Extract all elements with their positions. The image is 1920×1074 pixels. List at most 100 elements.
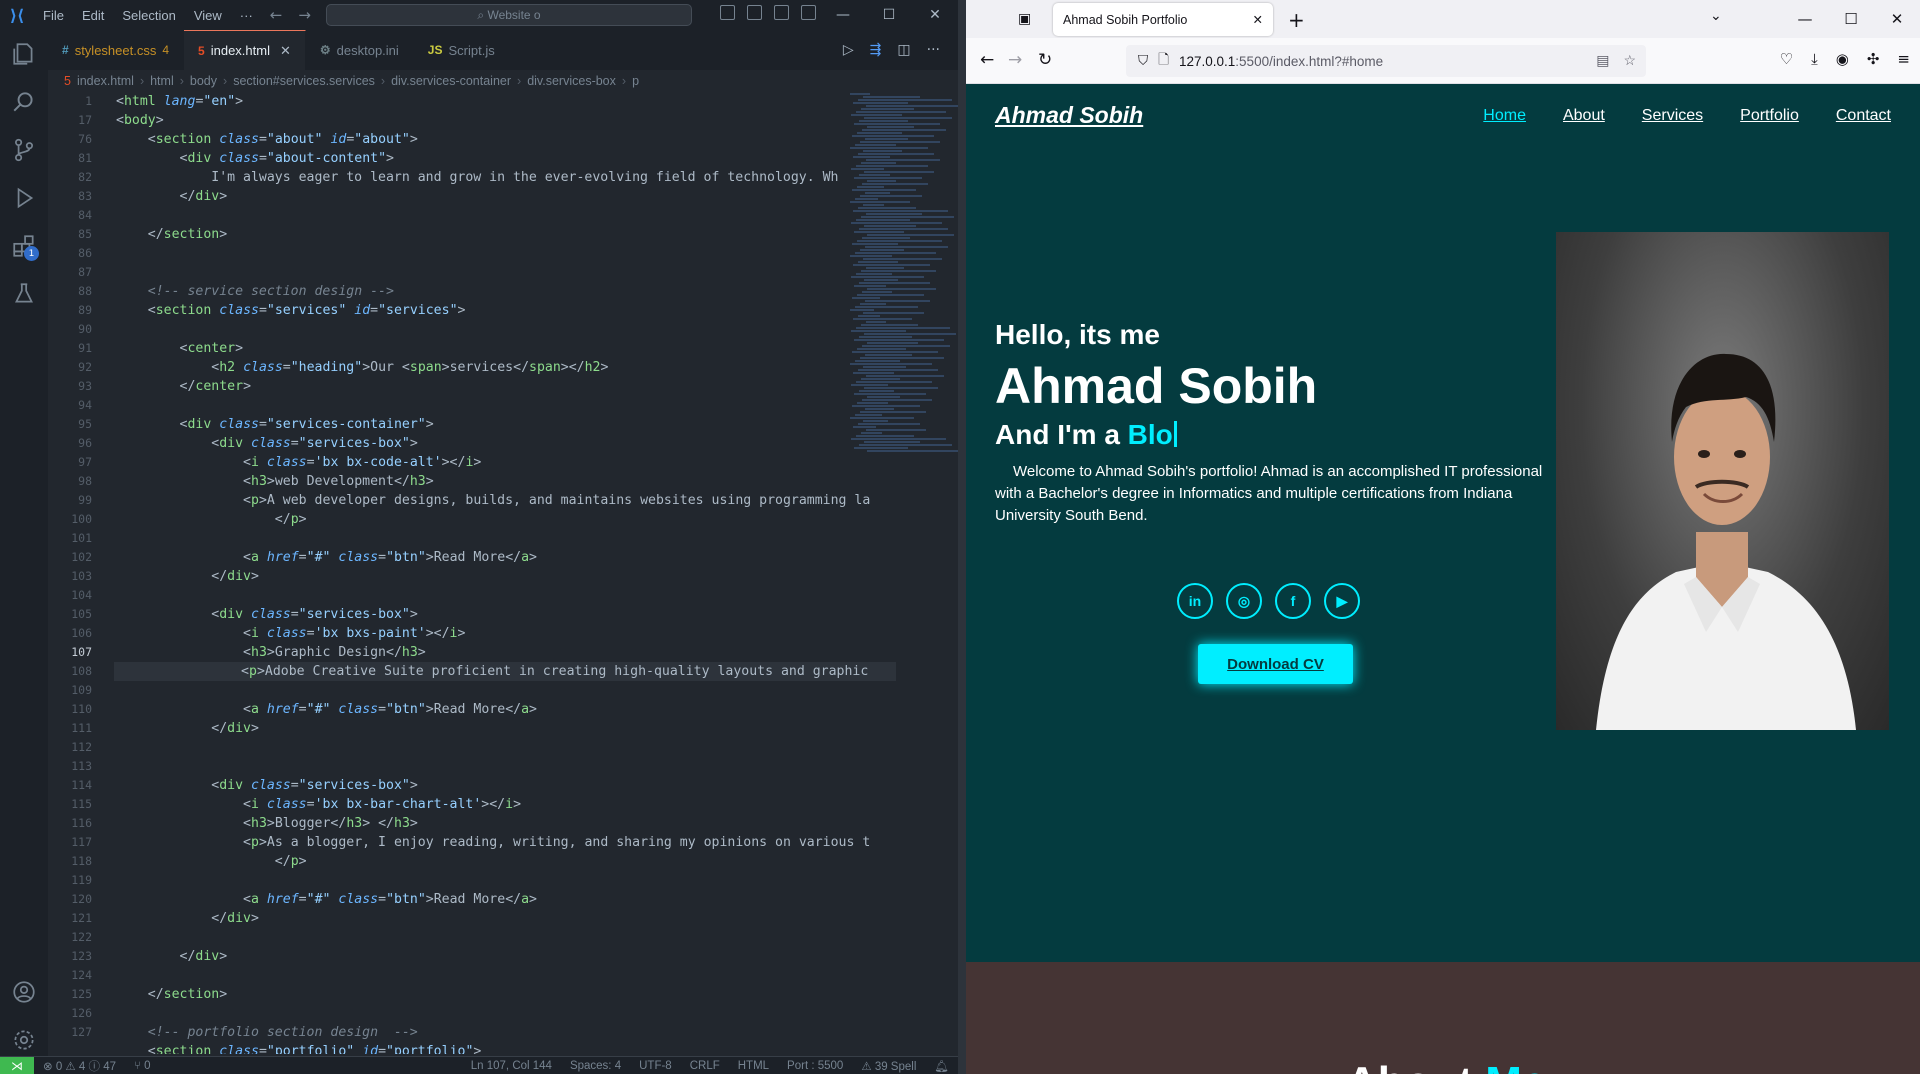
minimap-line [863, 366, 906, 368]
breadcrumb-item[interactable]: div.services-container [391, 74, 511, 88]
testing-icon[interactable] [0, 270, 48, 318]
list-tabs-chevron-icon[interactable]: ⌄ [1710, 8, 1722, 24]
tab-script-js[interactable]: JS Script.js [414, 30, 510, 70]
instagram-icon[interactable]: ◎ [1226, 583, 1262, 619]
nav-portfolio[interactable]: Portfolio [1740, 107, 1799, 125]
breadcrumb-item[interactable]: html [150, 74, 174, 88]
bookmark-star-icon[interactable]: ☆ [1623, 52, 1636, 69]
toggle-sidebar-icon[interactable] [720, 5, 735, 20]
tab-desktop-ini[interactable]: ⚙ desktop.ini [306, 30, 414, 70]
forward-arrow-icon[interactable]: → [290, 6, 319, 24]
minimap-line [851, 114, 902, 116]
code-content[interactable]: <html lang="en"> <body> <section class="… [114, 92, 896, 1054]
tab-overview-icon[interactable]: ▣ [1018, 11, 1031, 27]
reload-icon[interactable]: ↻ [1038, 50, 1052, 70]
accounts-icon[interactable] [0, 968, 48, 1016]
menu-file[interactable]: File [34, 8, 73, 23]
minimize-icon[interactable]: — [820, 0, 866, 30]
download-cv-button[interactable]: Download CV [1198, 644, 1353, 684]
close-icon[interactable]: ✕ [912, 0, 958, 30]
close-tab-icon[interactable]: ✕ [280, 43, 291, 59]
menu-edit[interactable]: Edit [73, 8, 113, 23]
nav-about[interactable]: About [1563, 107, 1605, 125]
nav-home[interactable]: Home [1483, 107, 1526, 125]
language-mode[interactable]: HTML [729, 1060, 778, 1072]
line-number: 91 [78, 341, 92, 355]
chevron-right-icon: › [621, 74, 627, 88]
run-icon[interactable]: ▷ [843, 42, 854, 58]
toggle-panel-icon[interactable] [747, 5, 762, 20]
maximize-icon[interactable]: ☐ [866, 0, 912, 30]
search-icon[interactable] [0, 78, 48, 126]
site-logo[interactable]: Ahmad Sobih [995, 102, 1143, 129]
explorer-icon[interactable] [0, 30, 48, 78]
spell-check-status[interactable]: ⚠ 39 Spell [852, 1059, 925, 1073]
split-editor-icon[interactable]: ◫ [897, 42, 910, 58]
browser-tab-active[interactable]: Ahmad Sobih Portfolio ✕ [1053, 3, 1273, 36]
eol-status[interactable]: CRLF [681, 1060, 729, 1072]
problems-status[interactable]: ⊗ 0 ⚠ 4 ⓘ 47 [34, 1058, 125, 1074]
menu-selection[interactable]: Selection [113, 8, 184, 23]
minimap-line [857, 294, 924, 296]
nav-contact[interactable]: Contact [1836, 107, 1891, 125]
forward-arrow-icon[interactable]: → [1008, 50, 1022, 70]
back-arrow-icon[interactable]: ← [262, 6, 291, 24]
account-icon[interactable]: ◉ [1836, 50, 1849, 68]
minimap-line [859, 174, 890, 176]
nav-services[interactable]: Services [1642, 107, 1703, 125]
breadcrumb-item[interactable]: div.services-box [527, 74, 616, 88]
toggle-secondary-sidebar-icon[interactable] [774, 5, 789, 20]
breadcrumb-item[interactable]: section#services.services [233, 74, 375, 88]
downloads-icon[interactable]: ⤓ [1811, 50, 1818, 68]
new-tab-icon[interactable]: + [1288, 8, 1305, 32]
source-control-icon[interactable] [0, 126, 48, 174]
close-tab-icon[interactable]: ✕ [1253, 12, 1263, 27]
go-live-icon[interactable]: ⇶ [870, 42, 882, 58]
facebook-icon[interactable]: f [1275, 583, 1311, 619]
customize-layout-icon[interactable] [801, 5, 816, 20]
code-editor[interactable]: 1 17 76 81 82 83 84 85 86 87 88 89 90 91 92 93 94 95 96 97 9… [48, 92, 958, 1054]
breadcrumb-item[interactable]: index.html [77, 74, 134, 88]
shield-icon[interactable]: ⛉ [1138, 53, 1148, 69]
ports-status[interactable]: ⑂ 0 [125, 1060, 160, 1072]
notifications-bell-icon[interactable]: 🔔︎ [925, 1059, 958, 1073]
app-menu-icon[interactable]: ≡ [1897, 50, 1910, 68]
menu-view[interactable]: View [185, 8, 231, 23]
minimap-line [866, 159, 940, 161]
remote-indicator-icon[interactable]: ⋊ [0, 1056, 34, 1074]
minimap-line [859, 120, 908, 122]
minimap-line [867, 234, 954, 236]
minimap-line [853, 426, 876, 428]
minimap-line [859, 390, 894, 392]
close-icon[interactable]: ✕ [1874, 0, 1920, 38]
url-bar[interactable]: ⛉ 🗋︎ 127.0.0.1:5500/index.html?#home ▤ ☆ [1126, 45, 1646, 77]
minimap[interactable] [850, 92, 958, 562]
cursor-position[interactable]: Ln 107, Col 144 [462, 1060, 561, 1072]
run-debug-icon[interactable] [0, 174, 48, 222]
breadcrumb-item[interactable]: p [632, 74, 639, 88]
back-arrow-icon[interactable]: ← [980, 50, 994, 70]
command-center-search[interactable]: ⌕ Website o [326, 4, 692, 26]
pocket-icon[interactable]: ♡ [1780, 50, 1793, 68]
minimap-line [853, 264, 930, 266]
tab-index-html[interactable]: 5 index.html ✕ [184, 30, 306, 70]
minimize-icon[interactable]: — [1782, 0, 1828, 38]
indentation-status[interactable]: Spaces: 4 [561, 1060, 630, 1072]
extensions-icon[interactable]: 1 [0, 222, 48, 270]
more-actions-icon[interactable]: ··· [927, 42, 940, 58]
minimap-line [865, 408, 894, 410]
youtube-icon[interactable]: ▶ [1324, 583, 1360, 619]
extensions-icon[interactable]: ✣ [1867, 50, 1880, 68]
minimap-line [857, 348, 906, 350]
live-server-port[interactable]: Port : 5500 [778, 1060, 852, 1072]
menu-more[interactable]: ··· [231, 8, 262, 23]
tab-stylesheet-css[interactable]: # stylesheet.css 4 [48, 30, 185, 70]
page-info-icon[interactable]: 🗋︎ [1158, 50, 1169, 73]
minimap-line [857, 132, 902, 134]
encoding-status[interactable]: UTF-8 [630, 1060, 681, 1072]
linkedin-icon[interactable]: in [1177, 583, 1213, 619]
reader-view-icon[interactable]: ▤ [1596, 52, 1609, 69]
maximize-icon[interactable]: ☐ [1828, 0, 1874, 38]
breadcrumb-item[interactable]: body [190, 74, 217, 88]
